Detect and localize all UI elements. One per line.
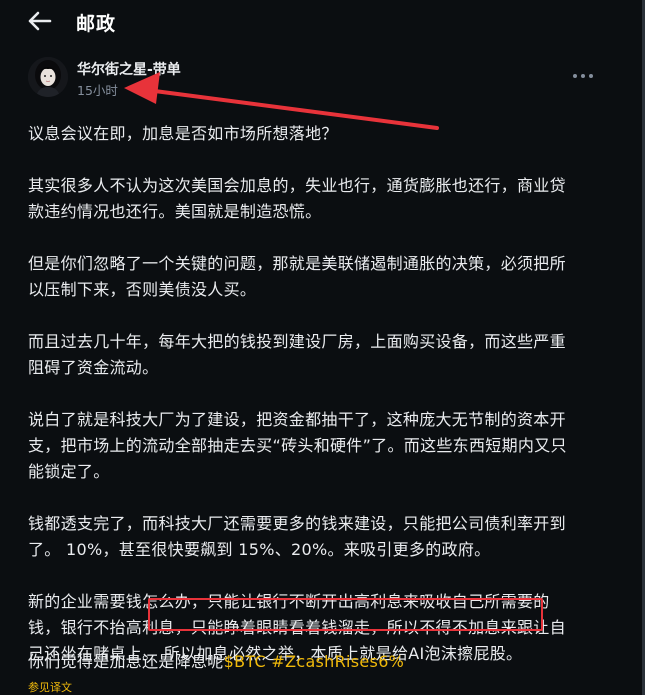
more-options-icon[interactable] [572, 68, 594, 82]
post-paragraph: 说白了就是科技大厂为了建设，把资金都抽干了，这种庞大无节制的资本开 支，把市场上… [28, 410, 567, 481]
post-paragraph: 而且过去几十年，每年大把的钱投到建设厂房，上面购买设备，而这些严重 阻碍了资金流… [28, 332, 566, 377]
post-timestamp: 15小时 [77, 83, 118, 98]
header: 邮政 [0, 0, 640, 44]
closing-line: 你们觉得是加息还是降息呢$BTC #ZcashRises6% [28, 650, 404, 674]
author-name[interactable]: 华尔街之星-带单 [77, 59, 181, 79]
hashtag-zcash[interactable]: #ZcashRises6% [271, 652, 404, 671]
see-translation-link[interactable]: 参见译文 [28, 679, 72, 695]
post-paragraph: 其实很多人不认为这次美国会加息的，失业也行，通货膨胀也还行，商业贷 款违约情况也… [28, 176, 566, 221]
page-title: 邮政 [76, 13, 117, 35]
annotation-highlight-box [148, 598, 543, 631]
hashtag-btc[interactable]: $BTC [224, 652, 266, 671]
post-paragraph: 但是你们忽略了一个关键的问题，那就是美联储遏制通胀的决策，必须把所 以压制下来，… [28, 254, 566, 299]
closing-question: 你们觉得是加息还是降息呢 [28, 652, 224, 671]
post-paragraph: 钱都透支完了，而科技大厂还需要更多的钱来建设，只能把公司债利率开到 了。 10%… [28, 514, 566, 559]
post-paragraph: 议息会议在即，加息是否如市场所想落地？ [28, 124, 338, 143]
avatar[interactable] [28, 57, 68, 97]
back-arrow-icon[interactable] [26, 9, 54, 33]
